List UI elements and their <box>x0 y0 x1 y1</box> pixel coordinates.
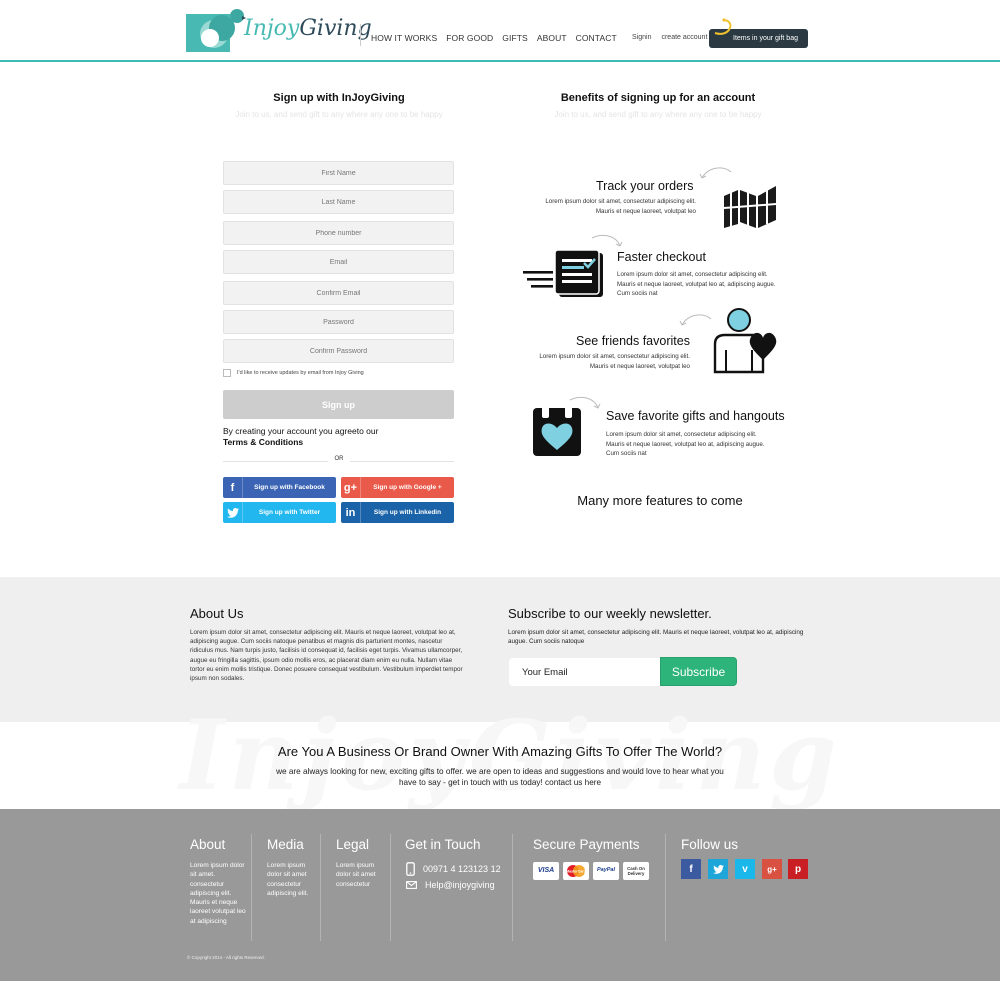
signup-twitter-button[interactable]: Sign up with Twitter <box>223 502 336 523</box>
updates-checkbox-row: I'd like to receive updates by email fro… <box>223 369 364 377</box>
newsletter-email-input[interactable] <box>509 658 661 686</box>
first-name-field[interactable] <box>223 161 454 185</box>
paypal-icon: PayPal <box>593 862 619 880</box>
footer-contact-title: Get in Touch <box>405 837 481 852</box>
benefit-title-track: Track your orders <box>596 179 694 193</box>
footer-follow-title: Follow us <box>681 837 739 852</box>
signin-link[interactable]: Signin <box>632 34 651 41</box>
map-icon <box>723 186 777 228</box>
google-plus-icon: g+ <box>341 477 361 498</box>
benefit-title-save: Save favorite gifts and hangouts <box>606 409 785 423</box>
footer-payments-title: Secure Payments <box>533 837 640 852</box>
create-account-link[interactable]: create account <box>661 34 707 41</box>
nav-contact[interactable]: CONTACT <box>576 33 617 43</box>
about-title: About Us <box>190 606 244 621</box>
facebook-icon: f <box>223 477 243 498</box>
facebook-icon[interactable]: f <box>681 859 701 879</box>
updates-checkbox-label: I'd like to receive updates by email fro… <box>237 370 364 376</box>
footer-divider <box>320 834 321 941</box>
nav-how-it-works[interactable]: HOW IT WORKS <box>371 33 437 43</box>
business-title: Are You A Business Or Brand Owner With A… <box>277 744 723 759</box>
signup-linkedin-button[interactable]: in Sign up with Linkedin <box>341 502 454 523</box>
footer-divider <box>390 834 391 941</box>
google-plus-icon[interactable]: g+ <box>762 859 782 879</box>
benefits-subtitle: Join to us, and send gift to any where a… <box>554 110 762 119</box>
phone-icon <box>406 862 415 876</box>
cash-on-delivery-icon: Cash On Delivery <box>623 862 649 880</box>
footer-divider <box>512 834 513 941</box>
signup-facebook-button[interactable]: f Sign up with Facebook <box>223 477 336 498</box>
benefit-title-friends: See friends favorites <box>576 334 690 348</box>
nav-for-good[interactable]: FOR GOOD <box>446 33 493 43</box>
copyright: © Copyright 2014 - All rights Reserved. <box>187 955 265 960</box>
logo-text: InjoyGiving <box>244 16 372 41</box>
footer-divider <box>665 834 666 941</box>
main-nav: HOW IT WORKS FOR GOOD GIFTS ABOUT CONTAC… <box>371 33 617 43</box>
curved-arrow-icon <box>699 167 732 179</box>
email-field[interactable] <box>223 250 454 274</box>
envelope-icon <box>406 881 417 889</box>
twitter-icon[interactable] <box>708 859 728 879</box>
confirm-password-field[interactable] <box>223 339 454 363</box>
or-label: OR <box>328 456 350 462</box>
mastercard-icon: MasterCard <box>563 862 589 880</box>
terms-link[interactable]: Terms & Conditions <box>223 437 378 448</box>
footer-media-text: Lorem ipsum dolor sit amet consectetur a… <box>267 862 309 897</box>
footer-phone[interactable]: 00971 4 123123 12 <box>406 862 501 876</box>
site-footer <box>0 809 1000 981</box>
site-header: InjoyGiving HOW IT WORKS FOR GOOD GIFTS … <box>0 0 1000 62</box>
bag-handle-icon <box>714 18 732 35</box>
friend-heart-icon <box>713 308 777 374</box>
benefit-text-track: Lorem ipsum dolor sit amet, consectetur … <box>545 198 696 215</box>
footer-legal-text: Lorem ipsum dolor sit amet consectetur <box>336 862 376 888</box>
logo-bird-icon <box>186 9 246 52</box>
benefit-title-checkout: Faster checkout <box>617 250 706 264</box>
pinterest-icon[interactable]: p <box>788 859 808 879</box>
footer-about-text: Lorem ipsum dolor sit amet. consectetur … <box>190 862 246 925</box>
benefit-text-friends: Lorem ipsum dolor sit amet, consectetur … <box>539 353 690 370</box>
footer-legal-title: Legal <box>336 837 370 852</box>
svg-text:MasterCard: MasterCard <box>566 870 586 874</box>
vimeo-icon[interactable]: v <box>735 859 755 879</box>
logo[interactable]: InjoyGiving <box>186 8 372 54</box>
visa-icon: VISA <box>533 862 559 880</box>
gift-bag-heart-icon <box>533 406 581 456</box>
footer-about-title: About <box>190 837 226 852</box>
subscribe-button[interactable]: Subscribe <box>660 657 737 686</box>
updates-checkbox[interactable] <box>223 369 231 377</box>
benefits-title: Benefits of signing up for an account <box>560 92 756 104</box>
signup-subtitle: Join to us, and send gift to any where a… <box>235 110 443 119</box>
footer-divider <box>251 834 252 941</box>
linkedin-icon: in <box>341 502 361 523</box>
newsletter-title: Subscribe to our weekly newsletter. <box>508 606 712 621</box>
logo-divider <box>360 24 361 46</box>
newsletter-text: Lorem ipsum dolor sit amet, consectetur … <box>508 629 804 646</box>
footer-media-title: Media <box>267 837 304 852</box>
password-field[interactable] <box>223 310 454 334</box>
business-text: we are always looking for new, exciting … <box>276 767 724 787</box>
auth-links: Signin create account <box>632 34 707 41</box>
footer-email[interactable]: Help@injoygiving <box>406 880 495 890</box>
signup-google-button[interactable]: g+ Sign up with Google + <box>341 477 454 498</box>
signup-button[interactable]: Sign up <box>223 390 454 419</box>
twitter-icon <box>223 502 243 523</box>
nav-about[interactable]: ABOUT <box>537 33 567 43</box>
curved-arrow-icon <box>591 234 623 247</box>
terms-text: By creating your account you agreeto our… <box>223 426 379 448</box>
phone-field[interactable] <box>223 221 454 245</box>
benefit-text-save: Lorem ipsum dolor sit amet, consectetur … <box>606 431 765 457</box>
signup-title: Sign up with InJoyGiving <box>273 92 405 104</box>
curved-arrow-icon <box>679 314 712 326</box>
about-text: Lorem ipsum dolor sit amet, consectetur … <box>190 629 463 683</box>
nav-gifts[interactable]: GIFTS <box>502 33 528 43</box>
gift-bag-button-label: Items in your gift bag <box>733 35 798 42</box>
last-name-field[interactable] <box>223 190 454 214</box>
more-features-text: Many more features to come <box>577 493 743 508</box>
checkout-icon <box>523 249 603 297</box>
confirm-email-field[interactable] <box>223 281 454 305</box>
benefit-text-checkout: Lorem ipsum dolor sit amet, consectetur … <box>617 271 776 297</box>
